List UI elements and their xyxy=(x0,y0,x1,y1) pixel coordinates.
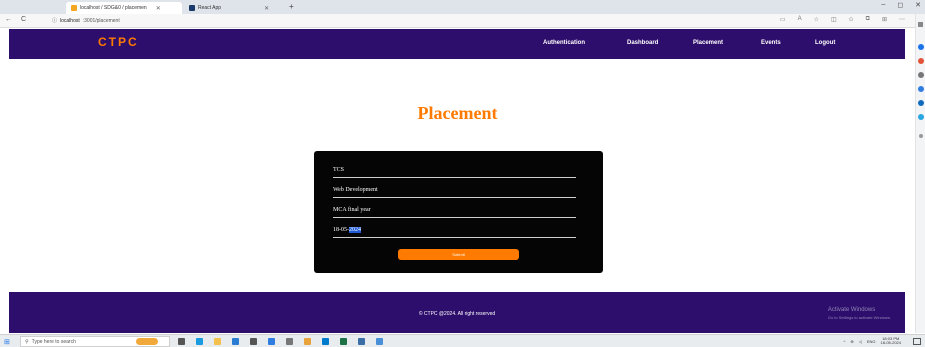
refresh-icon[interactable]: C xyxy=(21,16,26,23)
watermark-subtitle: Go to Settings to activate Windows. xyxy=(827,315,891,320)
favorite-star-icon[interactable]: ☆ xyxy=(814,16,819,23)
close-window-button[interactable]: ✕ xyxy=(915,1,921,9)
date-field-text: 18-05- xyxy=(333,227,349,233)
store-icon[interactable] xyxy=(250,338,257,345)
activate-windows-watermark: Activate Windows Go to Settings to activ… xyxy=(828,306,891,322)
chrome-icon[interactable] xyxy=(268,338,275,345)
copilot-icon[interactable] xyxy=(918,44,924,50)
app-navbar: CTPC Authentication Dashboard Placement … xyxy=(9,29,905,59)
tab-favicon-icon xyxy=(189,5,195,11)
browser-nav-icons: ← C xyxy=(5,16,26,23)
maximize-button[interactable]: ◻ xyxy=(897,1,903,9)
back-icon[interactable]: ← xyxy=(5,16,12,23)
page-title: Placement xyxy=(417,103,498,123)
placement-form: TCS Web Development MCA final year 18-05… xyxy=(314,151,603,273)
date-field[interactable]: 18-05-2024 xyxy=(333,221,576,238)
volume-icon[interactable]: ◁ xyxy=(859,339,862,344)
extensions-icon[interactable]: ⧉ xyxy=(866,16,870,23)
date-field-selection: 2024 xyxy=(349,227,361,233)
browser-side-panel xyxy=(915,14,925,333)
shopping-icon[interactable] xyxy=(918,58,924,64)
eligibility-field[interactable]: MCA final year xyxy=(333,201,576,218)
nav-link-events[interactable]: Events xyxy=(761,40,781,46)
windows-start-icon[interactable]: ⊞ xyxy=(4,338,10,346)
address-bar: ← C ⓘ localhost:3001/placement ▭ A ☆ ◫ ✩… xyxy=(0,14,925,28)
folder-icon[interactable] xyxy=(304,338,311,345)
more-menu-icon[interactable]: ⋯ xyxy=(899,16,905,23)
photos-icon[interactable] xyxy=(376,338,383,345)
nav-link-dashboard[interactable]: Dashboard xyxy=(627,40,658,46)
drop-icon[interactable] xyxy=(918,114,924,120)
browser-tab-strip: localhost / SDG&0 / placemen ✕ React App… xyxy=(0,0,925,14)
url-field[interactable]: ⓘ localhost:3001/placement xyxy=(52,17,120,25)
watermark-title: Activate Windows xyxy=(827,307,876,313)
notification-icon[interactable] xyxy=(913,338,921,345)
browser-toolbar-icons: ▭ A ☆ ◫ ✩ ⧉ ⊞ ⋯ xyxy=(780,16,905,23)
site-info-icon[interactable]: ⓘ xyxy=(52,17,57,24)
search-icon[interactable] xyxy=(918,22,923,27)
split-screen-icon[interactable]: ◫ xyxy=(831,16,837,23)
windows-taskbar: ⊞ ⚲ Type here to search ^ ⊕ ◁ ENG 18:03 … xyxy=(0,334,925,347)
add-app-icon[interactable] xyxy=(919,134,923,138)
nav-link-placement[interactable]: Placement xyxy=(693,40,723,46)
tray-chevron-icon[interactable]: ^ xyxy=(844,339,846,344)
notepad-icon[interactable] xyxy=(358,338,365,345)
favorites-icon[interactable]: ✩ xyxy=(849,16,854,23)
collections-icon[interactable]: ⊞ xyxy=(882,16,887,23)
footer-copyright: © CTPC @2024. All right reserved xyxy=(418,311,496,317)
url-host: localhost xyxy=(60,17,80,24)
edge-icon[interactable] xyxy=(196,338,203,345)
games-icon[interactable] xyxy=(918,86,924,92)
new-tab-button[interactable]: + xyxy=(289,2,294,11)
language-indicator[interactable]: ENG xyxy=(867,339,876,344)
excel-icon[interactable] xyxy=(340,338,347,345)
domain-field[interactable]: Web Development xyxy=(333,181,576,198)
read-aloud-icon[interactable]: A xyxy=(798,16,802,23)
nav-link-authentication[interactable]: Authentication xyxy=(543,40,585,46)
app-footer: © CTPC @2024. All right reserved Activat… xyxy=(9,292,905,333)
taskbar-clock[interactable]: 18:03 PM 18-05-2024 xyxy=(881,337,901,345)
company-field[interactable]: TCS xyxy=(333,161,576,178)
window-controls: – ◻ ✕ xyxy=(881,1,921,9)
reader-icon[interactable]: ▭ xyxy=(780,16,786,23)
outlook-icon[interactable] xyxy=(918,100,924,106)
tab-close-icon[interactable]: ✕ xyxy=(156,5,161,12)
system-tray: ^ ⊕ ◁ ENG 18:03 PM 18-05-2024 xyxy=(844,337,901,345)
search-icon: ⚲ xyxy=(25,338,29,345)
mail-icon[interactable] xyxy=(232,338,239,345)
clock-date: 18-05-2024 xyxy=(880,340,901,345)
url-path: :3001/placement xyxy=(82,17,120,24)
weather-widget-icon[interactable] xyxy=(136,338,158,345)
tab-title: React App xyxy=(198,5,222,11)
task-view-icon[interactable] xyxy=(178,338,185,345)
tools-icon[interactable] xyxy=(918,72,924,78)
screen: localhost / SDG&0 / placemen ✕ React App… xyxy=(0,0,925,347)
taskbar-search-placeholder: Type here to search xyxy=(31,338,76,345)
file-explorer-icon[interactable] xyxy=(214,338,221,345)
tab-close-icon[interactable]: ✕ xyxy=(264,5,269,12)
settings-icon[interactable] xyxy=(286,338,293,345)
nav-link-logout[interactable]: Logout xyxy=(815,40,835,46)
tab-title: localhost / SDG&0 / placemen xyxy=(80,5,147,11)
browser-tab-active[interactable]: localhost / SDG&0 / placemen ✕ xyxy=(66,2,182,14)
tab-favicon-icon xyxy=(71,5,77,11)
minimize-button[interactable]: – xyxy=(881,1,885,9)
submit-button[interactable]: Submit xyxy=(398,249,519,260)
browser-tab[interactable]: React App ✕ xyxy=(184,2,284,14)
network-icon[interactable]: ⊕ xyxy=(850,339,853,344)
brand-logo[interactable]: CTPC xyxy=(98,35,139,49)
vscode-icon[interactable] xyxy=(322,338,329,345)
